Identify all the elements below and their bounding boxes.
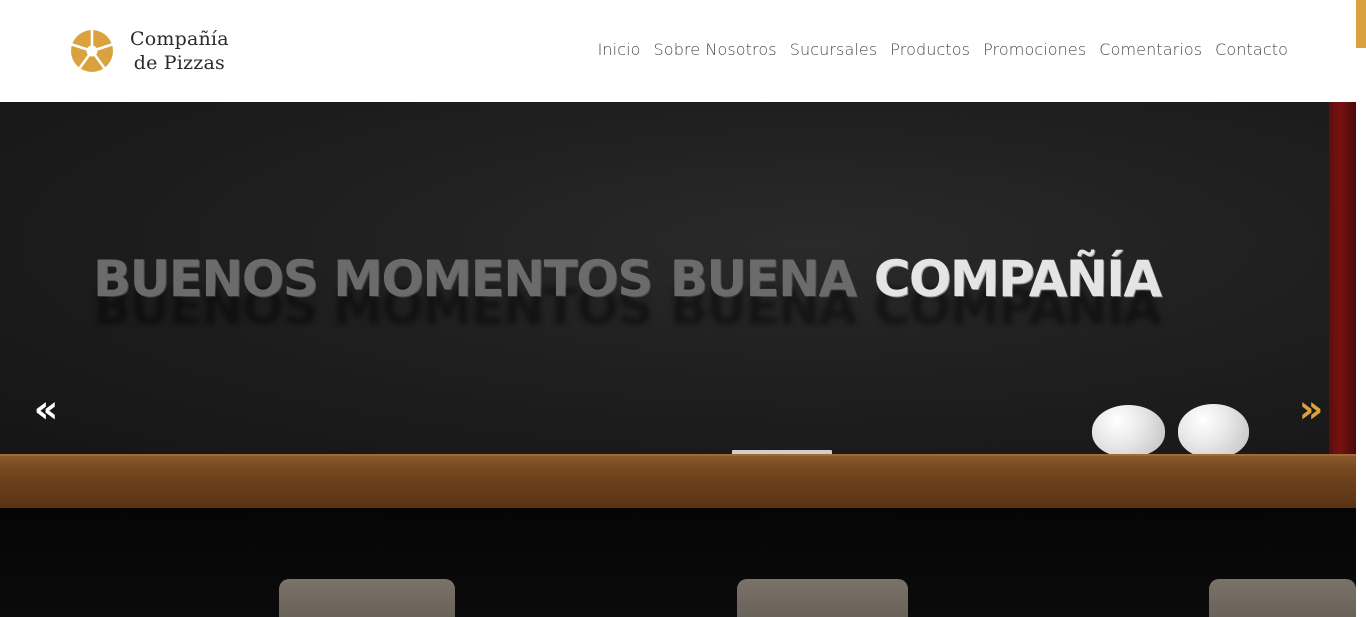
nav-item-comentarios[interactable]: Comentarios (1099, 40, 1202, 59)
hero-slider: BUENOS MOMENTOS BUENA COMPAÑÍA « » (0, 102, 1356, 617)
nav-item-inicio[interactable]: Inicio (598, 40, 641, 59)
pizza-slices-icon (70, 29, 114, 72)
headline-part3: COMPAÑÍA (873, 250, 1162, 308)
white-vase (1092, 405, 1165, 457)
hero-headline: BUENOS MOMENTOS BUENA COMPAÑÍA (93, 250, 1263, 308)
nav-item-sucursales[interactable]: Sucursales (790, 40, 878, 59)
brand-logo[interactable]: Compañía de Pizzas (70, 28, 229, 74)
brand-name-line2: de Pizzas (133, 52, 225, 74)
chair-back (1209, 579, 1356, 617)
brand-name: Compañía de Pizzas (130, 27, 229, 75)
double-chevron-right-icon[interactable]: » (1291, 390, 1331, 428)
headline-part2: BUENA (669, 250, 857, 308)
shelf-shadow (0, 508, 1356, 617)
chair-back (279, 579, 455, 617)
white-vase (1178, 404, 1249, 458)
wooden-shelf (0, 454, 1356, 508)
site-header: Compañía de Pizzas Inicio Sobre Nosotros… (0, 0, 1356, 102)
nav-item-sobre-nosotros[interactable]: Sobre Nosotros (654, 40, 777, 59)
headline-part1: BUENOS MOMENTOS (93, 250, 653, 308)
nav-item-productos[interactable]: Productos (890, 40, 970, 59)
scroll-progress-tab (1356, 0, 1366, 48)
double-chevron-left-icon[interactable]: « (26, 390, 66, 428)
brand-name-line1: Compañía (130, 28, 229, 50)
nav-item-promociones[interactable]: Promociones (983, 40, 1086, 59)
chair-back (737, 579, 908, 617)
nav-item-contacto[interactable]: Contacto (1215, 40, 1288, 59)
hero-red-column (1329, 102, 1356, 456)
main-nav: Inicio Sobre Nosotros Sucursales Product… (598, 40, 1288, 59)
